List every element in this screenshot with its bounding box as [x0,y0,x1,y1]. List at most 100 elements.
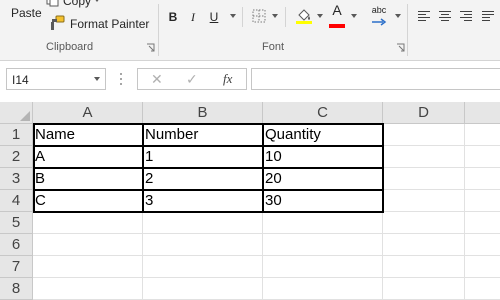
cell-c6[interactable] [263,234,383,256]
group-separator [407,4,408,56]
format-painter-button[interactable]: Format Painter [49,15,149,33]
separator [242,7,243,27]
clipboard-dialog-launcher-icon[interactable] [146,43,155,52]
cell-b8[interactable] [143,278,263,300]
cell-e7[interactable] [465,256,500,278]
cell-d4[interactable] [383,190,465,212]
clipboard-group-label: Clipboard [46,41,94,53]
cell-b1[interactable]: Number [143,124,263,146]
cell-e5[interactable] [465,212,500,234]
font-color-letter: A [332,1,342,18]
cell-d2[interactable] [383,146,465,168]
separator [285,7,286,27]
column-header-d[interactable]: D [383,102,465,124]
cell-c3[interactable]: 20 [263,168,383,190]
row-header-6[interactable]: 6 [0,234,33,256]
font-dialog-launcher-icon[interactable] [396,43,405,52]
paste-button[interactable]: Paste [11,6,42,20]
cell-e1[interactable] [465,124,500,146]
orientation-icon [371,15,387,29]
wrap-text-icon [481,10,495,25]
formula-buttons: ✕ ✓ fx [137,68,247,90]
cell-d8[interactable] [383,278,465,300]
align-center-icon [438,10,452,25]
font-color-button[interactable]: A [328,3,346,28]
cell-d1[interactable] [383,124,465,146]
cell-a1[interactable]: Name [33,124,143,146]
italic-button[interactable]: I [187,8,199,26]
underline-dropdown-arrow-icon[interactable] [230,14,236,18]
row-header-3[interactable]: 3 [0,168,33,190]
borders-button[interactable] [251,8,267,26]
cell-e6[interactable] [465,234,500,256]
orientation-dropdown-arrow-icon[interactable] [395,14,401,18]
cell-c8[interactable] [263,278,383,300]
cell-a7[interactable] [33,256,143,278]
cell-e8[interactable] [465,278,500,300]
cell-d6[interactable] [383,234,465,256]
formula-bar-grip-icon[interactable] [120,73,123,85]
align-center-button[interactable] [437,8,453,26]
insert-function-button[interactable]: fx [223,71,232,87]
orientation-label: abc [371,4,387,15]
copy-dropdown-arrow-icon[interactable] [94,0,100,2]
copy-label: Copy [63,0,92,8]
column-header-b[interactable]: B [143,102,263,124]
row-header-2[interactable]: 2 [0,146,33,168]
underline-button[interactable]: U [207,8,221,26]
cancel-icon[interactable]: ✕ [151,71,163,88]
cell-b3[interactable]: 2 [143,168,263,190]
cell-d3[interactable] [383,168,465,190]
formula-input[interactable] [251,68,500,90]
cell-b4[interactable]: 3 [143,190,263,212]
cell-e4[interactable] [465,190,500,212]
cell-b6[interactable] [143,234,263,256]
cell-c1[interactable]: Quantity [263,124,383,146]
cell-e2[interactable] [465,146,500,168]
bold-button[interactable]: B [166,8,180,26]
enter-icon[interactable]: ✓ [186,71,198,88]
fill-color-button[interactable] [295,8,313,26]
font-color-dropdown-arrow-icon[interactable] [351,14,357,18]
cell-b2[interactable]: 1 [143,146,263,168]
cell-c7[interactable] [263,256,383,278]
worksheet-grid[interactable]: A B C D 1 2 3 4 5 6 7 8 Name Number Quan… [0,102,500,300]
cell-d7[interactable] [383,256,465,278]
cell-c2[interactable]: 10 [263,146,383,168]
cell-d5[interactable] [383,212,465,234]
cell-a3[interactable]: B [33,168,143,190]
cell-a8[interactable] [33,278,143,300]
name-box[interactable]: I14 [6,68,106,90]
cell-e3[interactable] [465,168,500,190]
row-header-5[interactable]: 5 [0,212,33,234]
column-header-partial[interactable] [465,102,500,124]
orientation-button[interactable]: abc [369,4,389,29]
cell-b5[interactable] [143,212,263,234]
row-header-4[interactable]: 4 [0,190,33,212]
align-left-button[interactable] [416,8,432,26]
cell-a2[interactable]: A [33,146,143,168]
name-box-value: I14 [12,73,29,87]
row-header-1[interactable]: 1 [0,124,33,146]
row-header-7[interactable]: 7 [0,256,33,278]
column-header-a[interactable]: A [33,102,143,124]
align-left-icon [417,10,431,25]
cell-b7[interactable] [143,256,263,278]
select-all-button[interactable] [0,102,33,124]
column-header-c[interactable]: C [263,102,383,124]
cell-a6[interactable] [33,234,143,256]
align-right-button[interactable] [458,8,474,26]
name-box-dropdown-arrow-icon[interactable] [94,77,100,81]
cell-a4[interactable]: C [33,190,143,212]
cell-c5[interactable] [263,212,383,234]
format-painter-label: Format Painter [70,17,150,31]
ribbon: Paste Copy Format Painter Clipboard B I … [0,0,500,61]
wrap-text-button[interactable] [480,8,496,26]
copy-button[interactable]: Copy [46,0,91,9]
borders-dropdown-arrow-icon[interactable] [272,14,278,18]
fill-color-dropdown-arrow-icon[interactable] [317,14,323,18]
cell-a5[interactable] [33,212,143,234]
row-header-8[interactable]: 8 [0,278,33,300]
cell-c4[interactable]: 30 [263,190,383,212]
font-group-label: Font [262,41,285,53]
